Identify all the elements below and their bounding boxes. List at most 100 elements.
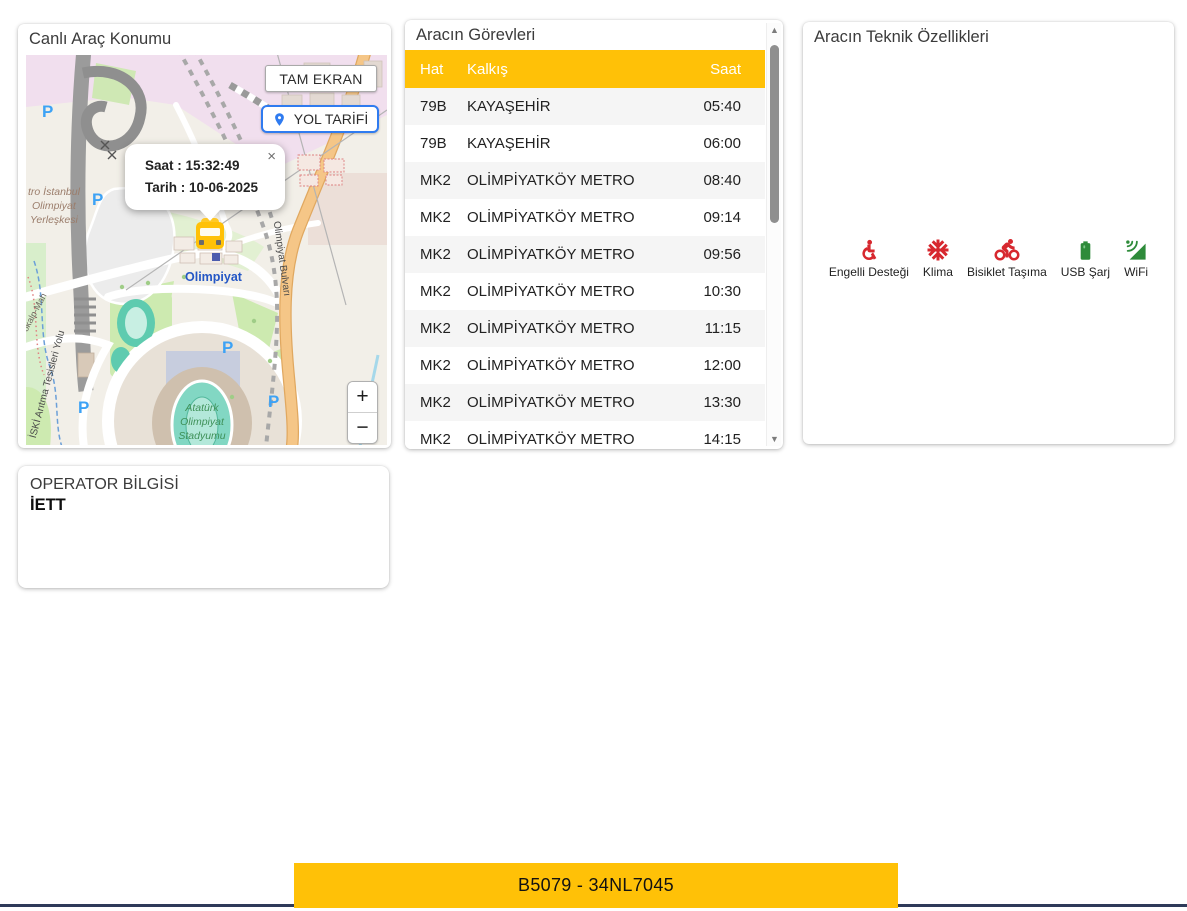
operator-name: İETT [18, 494, 389, 517]
table-row[interactable]: 79BKAYAŞEHİR06:00 [405, 125, 765, 162]
saat-cell: 14:15 [673, 421, 765, 449]
vehicle-tooltip: Saat : 15:32:49 Tarih : 10-06-2025 × [125, 144, 285, 210]
location-pin-icon [272, 112, 287, 127]
kalkis-cell: KAYAŞEHİR [465, 88, 673, 125]
column-header-kalkis: Kalkış [465, 50, 673, 88]
hat-cell: MK2 [405, 421, 465, 449]
hat-cell: MK2 [405, 162, 465, 199]
parking-marker: P [268, 392, 279, 411]
features-row: Engelli Desteği Klima Bisiklet Taşıma US… [803, 238, 1174, 279]
kalkis-cell: KAYAŞEHİR [465, 125, 673, 162]
hat-cell: MK2 [405, 384, 465, 421]
vehicle-id-bar: B5079 - 34NL7045 [294, 863, 898, 908]
parking-marker: P [92, 190, 103, 209]
table-row[interactable]: MK2OLİMPİYATKÖY METRO09:56 [405, 236, 765, 273]
close-icon[interactable]: × [267, 148, 276, 166]
technical-features-panel: Aracın Teknik Özellikleri Engelli Desteğ… [803, 22, 1174, 444]
hat-cell: 79B [405, 125, 465, 162]
hat-cell: MK2 [405, 310, 465, 347]
table-row[interactable]: MK2OLİMPİYATKÖY METRO10:30 [405, 273, 765, 310]
parking-marker: P [222, 338, 233, 357]
kalkis-cell: OLİMPİYATKÖY METRO [465, 421, 673, 449]
map-label-stadium: Stadyumu [178, 430, 225, 442]
panel-title-features: Aracın Teknik Özellikleri [803, 22, 1174, 51]
kalkis-cell: OLİMPİYATKÖY METRO [465, 310, 673, 347]
panel-title-tasks: Aracın Görevleri [405, 20, 783, 49]
feature-bicycle: Bisiklet Taşıma [967, 238, 1047, 279]
table-row[interactable]: 79BKAYAŞEHİR05:40 [405, 88, 765, 125]
saat-cell: 09:56 [673, 236, 765, 273]
saat-cell: 13:30 [673, 384, 765, 421]
table-row[interactable]: MK2OLİMPİYATKÖY METRO11:15 [405, 310, 765, 347]
parking-marker: P [78, 398, 89, 417]
hat-cell: MK2 [405, 199, 465, 236]
hat-cell: MK2 [405, 236, 465, 273]
table-row[interactable]: MK2OLİMPİYATKÖY METRO13:30 [405, 384, 765, 421]
saat-cell: 08:40 [673, 162, 765, 199]
hat-cell: 79B [405, 88, 465, 125]
scrollbar-thumb[interactable] [770, 45, 779, 223]
map-label-campus: Yerleşkesi [30, 214, 79, 226]
saat-cell: 09:14 [673, 199, 765, 236]
vehicle-id-label: B5079 - 34NL7045 [518, 875, 674, 896]
kalkis-cell: OLİMPİYATKÖY METRO [465, 273, 673, 310]
tasks-table-viewport: Hat Kalkış Saat 79BKAYAŞEHİR05:4079BKAYA… [405, 50, 765, 449]
wheelchair-icon [857, 239, 880, 262]
saat-cell: 11:15 [673, 310, 765, 347]
battery-icon [1075, 239, 1096, 262]
feature-label: USB Şarj [1061, 265, 1110, 279]
feature-label: Engelli Desteği [829, 265, 909, 279]
tooltip-pointer [199, 209, 221, 221]
feature-label: Bisiklet Taşıma [967, 265, 1047, 279]
map-canvas[interactable]: P P P P P tro İstanbul Olimpiyat Yerleşk… [26, 55, 387, 445]
map-label-station: Olimpiyat [185, 270, 243, 284]
tooltip-time: Saat : 15:32:49 [145, 155, 271, 177]
parking-marker: P [42, 102, 53, 121]
column-header-hat: Hat [405, 50, 465, 88]
directions-button[interactable]: YOL TARİFİ [261, 105, 379, 133]
scroll-down-icon[interactable]: ▼ [767, 432, 782, 446]
feature-label: WiFi [1124, 265, 1148, 279]
vehicle-tasks-panel: Aracın Görevleri Hat Kalkış Saat 79BKAYA… [405, 20, 783, 449]
panel-title-live-location: Canlı Araç Konumu [18, 24, 391, 53]
hat-cell: MK2 [405, 347, 465, 384]
map-label-campus: Olimpiyat [32, 200, 77, 212]
scroll-up-icon[interactable]: ▲ [767, 23, 782, 37]
saat-cell: 06:00 [673, 125, 765, 162]
snowflake-icon [926, 238, 950, 262]
kalkis-cell: OLİMPİYATKÖY METRO [465, 347, 673, 384]
saat-cell: 05:40 [673, 88, 765, 125]
bicycle-icon [994, 238, 1020, 262]
live-location-panel: Canlı Araç Konumu [18, 24, 391, 448]
feature-usb-charge: USB Şarj [1061, 239, 1110, 279]
zoom-out-button[interactable]: − [348, 413, 377, 443]
kalkis-cell: OLİMPİYATKÖY METRO [465, 199, 673, 236]
wifi-icon [1125, 239, 1148, 262]
operator-info-panel: OPERATOR BİLGİSİ İETT [18, 466, 389, 588]
feature-label: Klima [923, 265, 953, 279]
kalkis-cell: OLİMPİYATKÖY METRO [465, 384, 673, 421]
kalkis-cell: OLİMPİYATKÖY METRO [465, 162, 673, 199]
table-row[interactable]: MK2OLİMPİYATKÖY METRO08:40 [405, 162, 765, 199]
tasks-table: Hat Kalkış Saat 79BKAYAŞEHİR05:4079BKAYA… [405, 50, 765, 449]
feature-climate: Klima [923, 238, 953, 279]
tooltip-date: Tarih : 10-06-2025 [145, 177, 271, 199]
hat-cell: MK2 [405, 273, 465, 310]
map-label-stadium: Atatürk [184, 402, 219, 414]
fullscreen-button[interactable]: TAM EKRAN [265, 65, 377, 92]
column-header-saat: Saat [673, 50, 765, 88]
map-label-campus: tro İstanbul [28, 186, 81, 198]
tasks-table-body: 79BKAYAŞEHİR05:4079BKAYAŞEHİR06:00MK2OLİ… [405, 88, 765, 449]
table-row[interactable]: MK2OLİMPİYATKÖY METRO09:14 [405, 199, 765, 236]
vertical-scrollbar[interactable]: ▲ ▼ [766, 23, 781, 446]
table-row[interactable]: MK2OLİMPİYATKÖY METRO14:15 [405, 421, 765, 449]
table-row[interactable]: MK2OLİMPİYATKÖY METRO12:00 [405, 347, 765, 384]
feature-wifi: WiFi [1124, 239, 1148, 279]
zoom-in-button[interactable]: + [348, 382, 377, 412]
operator-panel-title: OPERATOR BİLGİSİ [18, 466, 389, 494]
table-header-row: Hat Kalkış Saat [405, 50, 765, 88]
map-label-stadium: Olimpiyat [180, 416, 225, 428]
feature-accessibility: Engelli Desteği [829, 239, 909, 279]
saat-cell: 12:00 [673, 347, 765, 384]
map-zoom-controls: + − [347, 381, 378, 444]
